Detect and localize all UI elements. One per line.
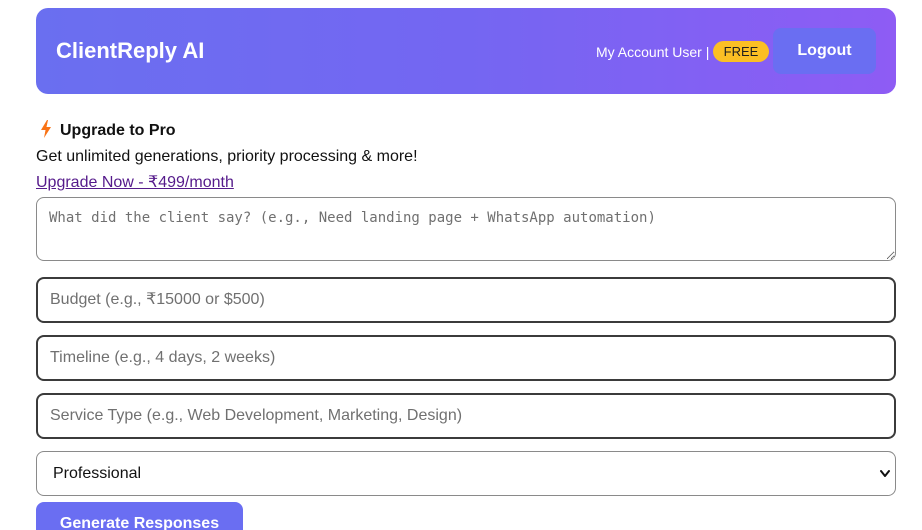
- brand-title: ClientReply AI: [56, 38, 205, 63]
- tone-select-value: Professional: [53, 465, 142, 482]
- app-header: ClientReply AI My Account User | FREE Lo…: [36, 8, 896, 94]
- client-message-textarea[interactable]: [36, 197, 896, 261]
- upgrade-title-text: Upgrade to Pro: [60, 122, 176, 139]
- lightning-bolt-icon: [41, 120, 51, 138]
- account-label: My Account User |: [596, 44, 710, 60]
- plan-badge: FREE: [713, 41, 769, 62]
- logout-button[interactable]: Logout: [773, 28, 876, 74]
- upgrade-now-link[interactable]: Upgrade Now - ₹499/month: [36, 173, 234, 193]
- upgrade-heading: Upgrade to Pro: [38, 120, 176, 141]
- timeline-input[interactable]: [36, 335, 896, 381]
- chevron-down-icon: [880, 470, 890, 477]
- service-type-input[interactable]: [36, 393, 896, 439]
- generate-responses-button[interactable]: Generate Responses: [36, 502, 243, 530]
- upgrade-description: Get unlimited generations, priority proc…: [36, 148, 418, 165]
- app-root: ClientReply AI My Account User | FREE Lo…: [0, 0, 922, 530]
- budget-input[interactable]: [36, 277, 896, 323]
- tone-select[interactable]: Professional: [36, 451, 896, 496]
